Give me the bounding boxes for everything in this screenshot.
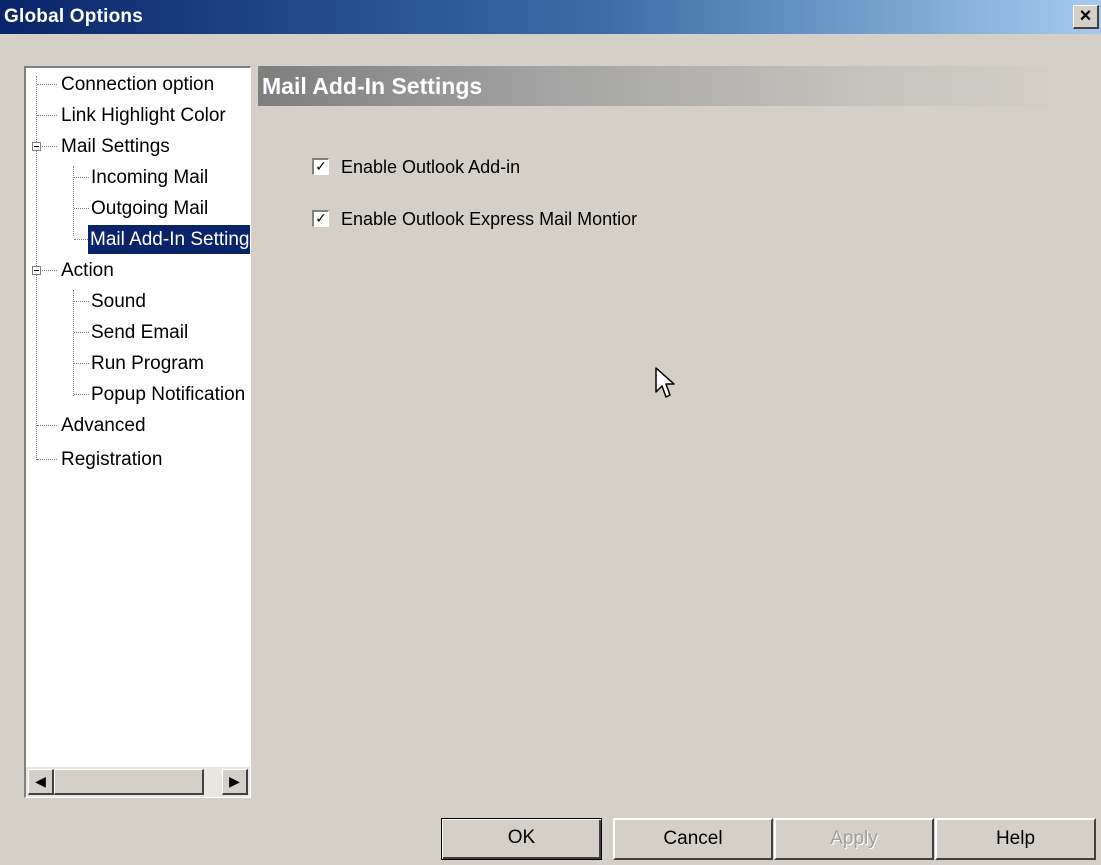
checkbox-label: Enable Outlook Express Mail Montior <box>341 209 638 229</box>
tree-connector <box>74 177 89 178</box>
tree-connector <box>37 84 57 85</box>
tree-connector <box>37 115 57 116</box>
tree-connector <box>37 425 57 426</box>
title-bar[interactable]: Global Options × <box>0 0 1101 34</box>
check-mark-icon: ✓ <box>315 210 327 226</box>
apply-button[interactable]: Apply <box>774 818 934 860</box>
tree-connector <box>74 332 89 333</box>
tree-item-label: Popup Notification <box>91 384 246 405</box>
tree-item-label: Sound <box>91 291 146 312</box>
tree-connector <box>74 363 89 364</box>
tree-item-label: Mail Settings <box>61 136 170 157</box>
global-options-dialog: Global Options × Connection option Link … <box>0 0 1101 865</box>
tree-item-label: Outgoing Mail <box>91 198 209 219</box>
tree-item-label: Registration <box>61 449 163 470</box>
tree-connector <box>74 394 89 395</box>
tree-item-label: Link Highlight Color <box>61 105 226 126</box>
enable-outlook-addin-checkbox[interactable]: ✓ <box>312 158 329 175</box>
options-tree[interactable]: Connection option Link Highlight Color M… <box>24 66 251 798</box>
enable-outlook-express-monitor-checkbox[interactable]: ✓ <box>312 210 329 227</box>
tree-item-label: Mail Add-In Settings <box>88 225 250 254</box>
tree-item-label: Advanced <box>61 415 146 436</box>
tree-item-label: Incoming Mail <box>91 167 209 188</box>
tree-horizontal-scrollbar[interactable]: ◀ ▶ <box>26 767 250 797</box>
help-button[interactable]: Help <box>935 818 1096 860</box>
arrow-right-icon: ▶ <box>229 773 240 789</box>
tree-collapse-icon[interactable] <box>32 142 41 151</box>
tree-item-label: Send Email <box>91 322 189 343</box>
tree-item-label: Action <box>61 260 114 281</box>
section-header: Mail Add-In Settings <box>258 66 1070 106</box>
checkbox-label: Enable Outlook Add-in <box>341 157 521 177</box>
check-mark-icon: ✓ <box>315 158 327 174</box>
tree-connector <box>73 290 74 396</box>
scroll-left-button[interactable]: ◀ <box>28 769 54 795</box>
tree-item-label: Run Program <box>91 353 204 374</box>
close-icon: × <box>1079 5 1092 27</box>
window-title: Global Options <box>4 6 143 27</box>
tree-item-label: Connection option <box>61 74 215 95</box>
scroll-thumb[interactable] <box>54 769 204 795</box>
arrow-left-icon: ◀ <box>35 773 46 789</box>
ok-button[interactable]: OK <box>441 818 602 860</box>
mouse-pointer-icon <box>655 367 675 398</box>
tree-connector <box>42 146 57 147</box>
tree-connector <box>74 301 89 302</box>
tree-connector <box>74 208 89 209</box>
tree-connector <box>42 270 57 271</box>
tree-connector <box>37 459 57 460</box>
close-button[interactable]: × <box>1073 5 1099 29</box>
tree-connector <box>74 239 88 240</box>
scroll-right-button[interactable]: ▶ <box>222 769 248 795</box>
tree-body: Connection option Link Highlight Color M… <box>26 68 250 767</box>
cancel-button[interactable]: Cancel <box>613 818 773 860</box>
tree-collapse-icon[interactable] <box>32 266 41 275</box>
